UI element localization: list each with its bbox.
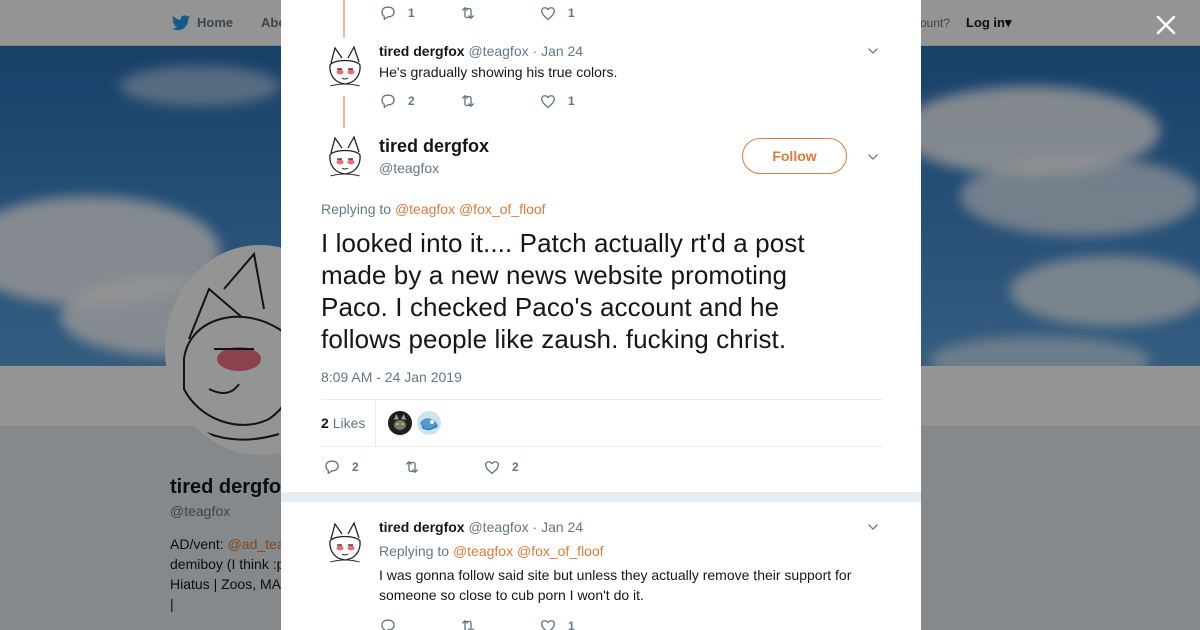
main-tweet-avatar[interactable] <box>321 133 369 181</box>
retweet-icon <box>459 92 477 110</box>
tweet-header: tired dergfox @teagfox · Jan 24 <box>379 43 583 59</box>
reply-icon <box>379 617 397 630</box>
retweet-button[interactable] <box>459 617 477 630</box>
reply-tweet-avatar[interactable] <box>321 519 369 567</box>
tweet-avatar[interactable] <box>321 43 369 91</box>
heart-icon <box>483 458 501 476</box>
thread-connector <box>343 0 345 38</box>
reply-button[interactable]: 2 <box>323 458 359 476</box>
tweet-text: I was gonna follow said site but unless … <box>379 567 852 603</box>
reply-icon <box>379 92 397 110</box>
reply-button[interactable]: 1 <box>379 4 415 22</box>
stats-divider <box>375 400 376 446</box>
close-icon[interactable] <box>1154 13 1178 37</box>
reply-count: 2 <box>408 94 415 108</box>
replying-to: Replying to @teagfox @fox_of_floof <box>321 201 546 217</box>
likes-stat-count: 2 <box>321 415 329 431</box>
replying-to-label: Replying to <box>321 201 392 217</box>
retweet-button[interactable] <box>403 458 421 476</box>
follow-button[interactable]: Follow <box>742 138 847 174</box>
retweet-icon <box>459 617 477 630</box>
main-tweet-text: I looked into it.... Patch actually rt'd… <box>321 228 805 354</box>
liker-avatar[interactable] <box>417 411 441 435</box>
like-button[interactable]: 1 <box>539 617 575 630</box>
tweet-timestamp[interactable]: 8:09 AM - 24 Jan 2019 <box>321 369 462 385</box>
retweet-icon <box>459 4 477 22</box>
tweet-separator: · <box>532 43 538 59</box>
tweet-modal: 1 1 tired dergfox @teagfox · Jan 24 He's… <box>281 0 921 630</box>
likes-stat[interactable]: 2 Likes <box>321 415 365 431</box>
replying-to: Replying to @teagfox @fox_of_floof <box>379 543 604 559</box>
replying-to-label: Replying to <box>379 543 450 559</box>
fox-avatar-icon <box>321 133 369 181</box>
retweet-icon <box>403 458 421 476</box>
fox-avatar-icon <box>321 43 369 91</box>
like-count: 2 <box>512 460 519 474</box>
reply-icon <box>379 4 397 22</box>
like-button[interactable]: 1 <box>539 92 575 110</box>
fox-avatar-icon <box>321 519 369 567</box>
chevron-down-icon[interactable] <box>866 150 880 164</box>
replies-separator <box>281 492 921 502</box>
like-button[interactable]: 2 <box>483 458 519 476</box>
tweet-author-name[interactable]: tired dergfox <box>379 43 465 59</box>
tweet-stats: 2 Likes <box>321 399 882 447</box>
chevron-down-icon[interactable] <box>866 44 880 58</box>
tweet-author-handle[interactable]: @teagfox <box>468 519 528 535</box>
tweet-date[interactable]: Jan 24 <box>541 519 583 535</box>
heart-icon <box>539 92 557 110</box>
liker-avatar[interactable] <box>388 411 412 435</box>
like-count: 1 <box>568 619 575 630</box>
reply-tweet-header: tired dergfox @teagfox · Jan 24 <box>379 519 583 535</box>
retweet-button[interactable] <box>459 92 477 110</box>
reply-button[interactable] <box>379 617 397 630</box>
tweet-separator: · <box>532 519 538 535</box>
reply-count: 1 <box>408 6 415 20</box>
mention-link[interactable]: @teagfox <box>395 201 455 217</box>
like-count: 1 <box>568 94 575 108</box>
chevron-down-icon[interactable] <box>866 520 880 534</box>
heart-icon <box>539 617 557 630</box>
tweet-text: He's gradually showing his true colors. <box>379 64 618 80</box>
thread-connector <box>343 96 345 128</box>
tweet-author-name[interactable]: tired dergfox <box>379 519 465 535</box>
mention-link[interactable]: @fox_of_floof <box>517 543 604 559</box>
likes-stat-label: Likes <box>332 415 366 431</box>
main-tweet-author-handle[interactable]: @teagfox <box>379 160 439 176</box>
creature-avatar-icon <box>417 411 441 435</box>
reply-count: 2 <box>352 460 359 474</box>
tweet-date[interactable]: Jan 24 <box>541 43 583 59</box>
mention-link[interactable]: @fox_of_floof <box>459 201 546 217</box>
like-count: 1 <box>568 6 575 20</box>
tweet-author-handle[interactable]: @teagfox <box>468 43 528 59</box>
like-button[interactable]: 1 <box>539 4 575 22</box>
heart-icon <box>539 4 557 22</box>
reply-button[interactable]: 2 <box>379 92 415 110</box>
retweet-button[interactable] <box>459 4 477 22</box>
reply-icon <box>323 458 341 476</box>
mention-link[interactable]: @teagfox <box>453 543 513 559</box>
wolf-avatar-icon <box>388 411 412 435</box>
main-tweet-author-name[interactable]: tired dergfox <box>379 136 489 157</box>
